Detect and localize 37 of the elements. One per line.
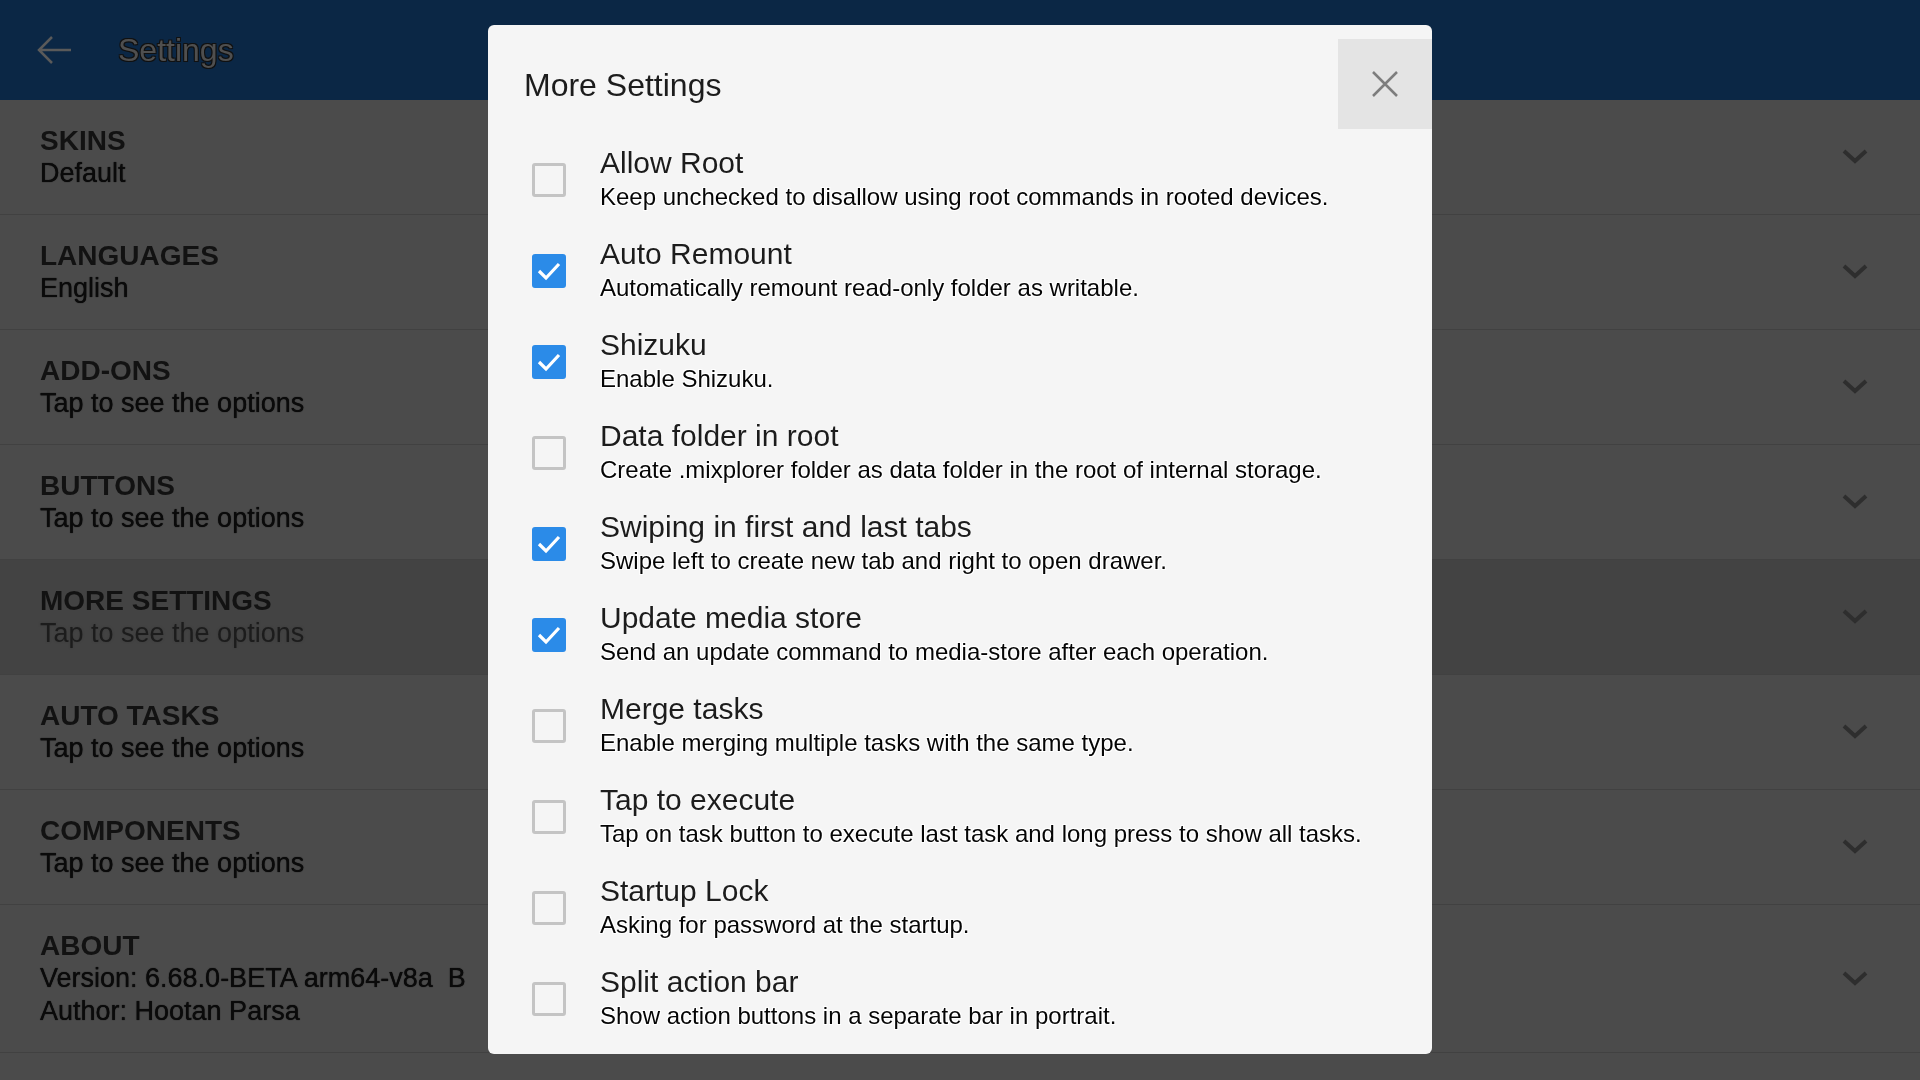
option-label: Split action bar	[600, 964, 799, 999]
dialog-title: More Settings	[524, 66, 722, 104]
option-label: Update media store	[600, 600, 862, 635]
option-description: Create .mixplorer folder as data folder in the root of internal storage.	[600, 456, 1322, 484]
section-subtitle: Tap to see the options	[40, 502, 305, 535]
section-title: SKINS	[40, 124, 126, 157]
section-subtitle: Author: Hootan Parsa	[40, 995, 300, 1028]
section-title: AUTO TASKS	[40, 699, 220, 732]
section-title: ABOUT	[40, 929, 140, 962]
option-description: Automatically remount read-only folder as writable.	[600, 274, 1139, 302]
option-label: Swiping in first and last tabs	[600, 509, 972, 544]
section-subtitle: English	[40, 272, 129, 305]
option-description: Enable Shizuku.	[600, 365, 774, 393]
section-subtitle: Tap to see the options	[40, 847, 305, 880]
option-label: Auto Remount	[600, 236, 792, 271]
option-description: Send an update command to media-store after each operation.	[600, 638, 1269, 666]
option-label: Tap to execute	[600, 782, 796, 817]
option-description: Asking for password at the startup.	[600, 911, 970, 939]
option-description: Keep unchecked to disallow using root commands in rooted devices.	[600, 183, 1329, 211]
option-description: Tap on task button to execute last task and long press to show all tasks.	[600, 820, 1362, 848]
section-subtitle: Version: 6.68.0-BETA arm64-v8a B	[40, 962, 466, 995]
option-label: Allow Root	[600, 145, 744, 180]
option-label: Merge tasks	[600, 691, 764, 726]
option-description: Show action buttons in a separate bar in portrait.	[600, 1002, 1117, 1030]
option-label: Shizuku	[600, 327, 707, 362]
option-label: Data folder in root	[600, 418, 839, 453]
section-subtitle: Tap to see the options	[40, 387, 305, 420]
option-description: Enable merging multiple tasks with the same type.	[600, 729, 1134, 757]
section-title: COMPONENTS	[40, 814, 241, 847]
app-bar-title: Settings	[118, 31, 234, 69]
section-title: LANGUAGES	[40, 239, 219, 272]
section-subtitle: Default	[40, 157, 126, 190]
option-label: Startup Lock	[600, 873, 769, 908]
section-subtitle: Tap to see the options	[40, 732, 305, 765]
section-title: ADD-ONS	[40, 354, 171, 387]
section-title: BUTTONS	[40, 469, 175, 502]
option-description: Swipe left to create new tab and right to open drawer.	[600, 547, 1167, 575]
